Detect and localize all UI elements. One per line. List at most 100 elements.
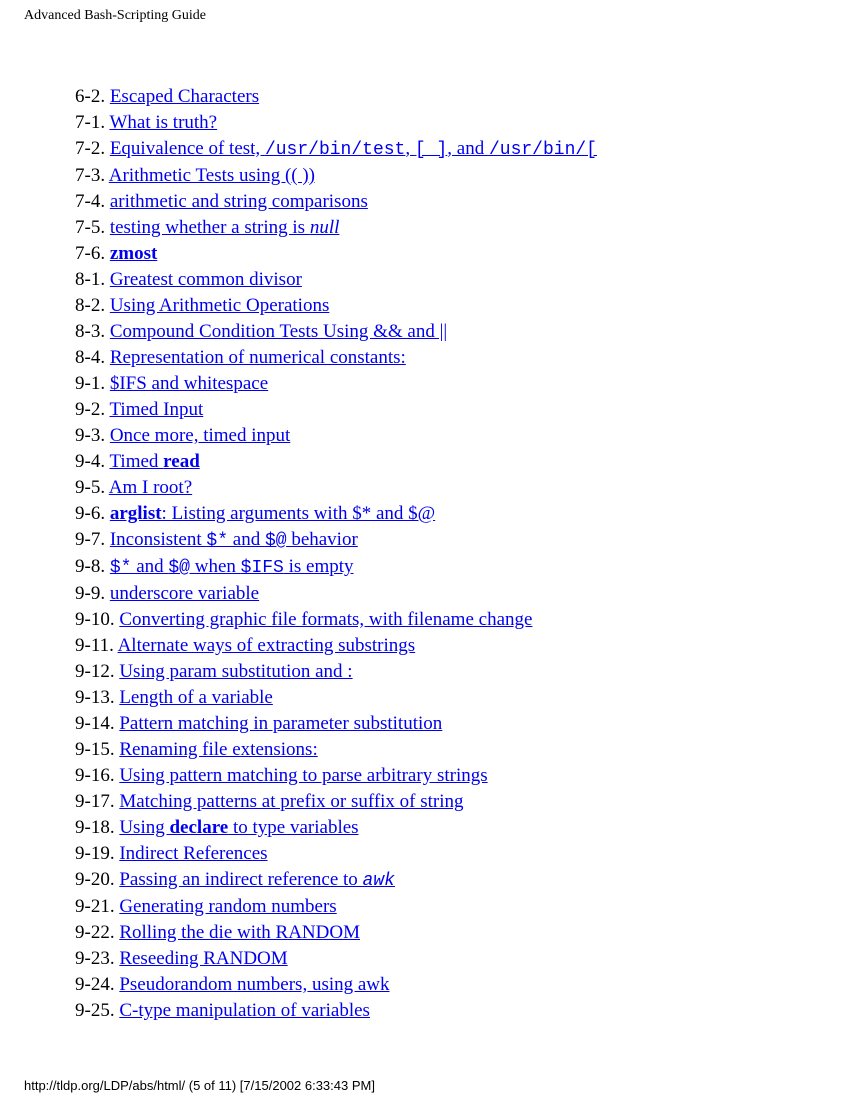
toc-link[interactable]: What is truth? xyxy=(109,112,217,133)
toc-link[interactable]: Length of a variable xyxy=(119,687,273,708)
toc-link-segment: Length of a variable xyxy=(119,687,273,708)
toc-link-segment: Timed Input xyxy=(109,399,203,420)
toc-link[interactable]: $* and $@ when $IFS is empty xyxy=(110,556,354,577)
toc-link[interactable]: Timed read xyxy=(109,451,199,472)
toc-link[interactable]: Using declare to type variables xyxy=(119,817,358,838)
toc-link-segment: Matching patterns at prefix or suffix of… xyxy=(119,791,463,812)
toc-link-segment: Using xyxy=(119,817,169,838)
toc-link[interactable]: Pseudorandom numbers, using awk xyxy=(119,974,389,995)
toc-link[interactable]: C-type manipulation of variables xyxy=(119,1000,370,1021)
toc-link-segment: is empty xyxy=(284,556,354,577)
toc-link[interactable]: Arithmetic Tests using (( )) xyxy=(109,165,315,186)
toc-link[interactable]: Escaped Characters xyxy=(110,86,259,107)
toc-link-segment: arithmetic and string comparisons xyxy=(110,191,368,212)
toc-link-segment: Timed xyxy=(109,451,163,472)
toc-number: 9-23. xyxy=(75,948,119,969)
toc-link[interactable]: Rolling the die with RANDOM xyxy=(119,922,360,943)
toc-link[interactable]: $IFS and whitespace xyxy=(110,373,268,394)
toc-link-segment: Converting graphic file formats, with fi… xyxy=(119,609,532,630)
toc-link[interactable]: Timed Input xyxy=(109,399,203,420)
toc-link-segment: read xyxy=(163,451,200,472)
toc-link[interactable]: Equivalence of test, /usr/bin/test, [ ],… xyxy=(110,138,597,159)
toc-number: 9-24. xyxy=(75,974,119,995)
toc-link[interactable]: underscore variable xyxy=(110,583,259,604)
toc-link[interactable]: Renaming file extensions: xyxy=(119,739,317,760)
toc-link-segment: [ ] xyxy=(415,140,447,160)
toc-link-segment: awk xyxy=(363,871,395,891)
toc-link-segment: Rolling the die with RANDOM xyxy=(119,922,360,943)
toc-link[interactable]: Matching patterns at prefix or suffix of… xyxy=(119,791,463,812)
toc-entry: 8-2. Using Arithmetic Operations xyxy=(75,293,849,319)
toc-link[interactable]: Pattern matching in parameter substituti… xyxy=(119,713,442,734)
toc-link[interactable]: arglist: Listing arguments with $* and $… xyxy=(110,503,435,524)
toc-link[interactable]: Indirect References xyxy=(119,843,267,864)
toc-link-segment: testing whether a string is xyxy=(110,217,310,238)
toc-link[interactable]: Reseeding RANDOM xyxy=(119,948,287,969)
toc-number: 9-8. xyxy=(75,556,110,577)
toc-number: 7-4. xyxy=(75,191,110,212)
toc-link[interactable]: Generating random numbers xyxy=(119,896,336,917)
toc-number: 7-2. xyxy=(75,138,110,159)
toc-entry: 9-1. $IFS and whitespace xyxy=(75,371,849,397)
toc-entry: 9-17. Matching patterns at prefix or suf… xyxy=(75,789,849,815)
toc-number: 9-12. xyxy=(75,661,119,682)
toc-link-segment: Generating random numbers xyxy=(119,896,336,917)
toc-link-segment: /usr/bin/[ xyxy=(489,140,597,160)
toc-link-segment: $IFS xyxy=(241,558,284,578)
toc-entry: 9-8. $* and $@ when $IFS is empty xyxy=(75,554,849,581)
toc-entry: 9-10. Converting graphic file formats, w… xyxy=(75,607,849,633)
toc-link-segment: Using param substitution and : xyxy=(119,661,352,682)
toc-entry: 9-6. arglist: Listing arguments with $* … xyxy=(75,501,849,527)
toc-link[interactable]: Using pattern matching to parse arbitrar… xyxy=(119,765,487,786)
toc-link-segment: $* xyxy=(110,558,132,578)
toc-number: 6-2. xyxy=(75,86,110,107)
toc-entry: 7-1. What is truth? xyxy=(75,110,849,136)
toc-link-segment: Alternate ways of extracting substrings xyxy=(118,635,416,656)
toc-link-segment: , and xyxy=(447,138,489,159)
toc-entry: 7-3. Arithmetic Tests using (( )) xyxy=(75,163,849,189)
toc-link[interactable]: arithmetic and string comparisons xyxy=(110,191,368,212)
toc-number: 9-10. xyxy=(75,609,119,630)
toc-link[interactable]: Representation of numerical constants: xyxy=(110,347,406,368)
toc-number: 9-4. xyxy=(75,451,109,472)
toc-link-segment: Pattern matching in parameter substituti… xyxy=(119,713,442,734)
toc-entry: 9-24. Pseudorandom numbers, using awk xyxy=(75,972,849,998)
toc-entry: 7-2. Equivalence of test, /usr/bin/test,… xyxy=(75,136,849,163)
toc-number: 9-6. xyxy=(75,503,110,524)
toc-number: 9-16. xyxy=(75,765,119,786)
toc-entry: 9-13. Length of a variable xyxy=(75,685,849,711)
toc-link[interactable]: Am I root? xyxy=(109,477,192,498)
toc-link[interactable]: Greatest common divisor xyxy=(110,269,302,290)
toc-link-segment: Equivalence of test, xyxy=(110,138,265,159)
toc-link-segment: $@ xyxy=(168,558,190,578)
toc-number: 9-14. xyxy=(75,713,119,734)
toc-link-segment: behavior xyxy=(287,529,358,550)
toc-link[interactable]: Passing an indirect reference to awk xyxy=(119,869,395,890)
toc-entry: 9-12. Using param substitution and : xyxy=(75,659,849,685)
toc-link-segment: What is truth? xyxy=(109,112,217,133)
toc-number: 9-21. xyxy=(75,896,119,917)
toc-link[interactable]: Inconsistent $* and $@ behavior xyxy=(110,529,358,550)
toc-entry: 9-14. Pattern matching in parameter subs… xyxy=(75,711,849,737)
toc-entry: 9-16. Using pattern matching to parse ar… xyxy=(75,763,849,789)
toc-link-segment: Representation of numerical constants: xyxy=(110,347,406,368)
toc-link[interactable]: Alternate ways of extracting substrings xyxy=(118,635,416,656)
toc-link[interactable]: Once more, timed input xyxy=(110,425,290,446)
toc-entry: 9-11. Alternate ways of extracting subst… xyxy=(75,633,849,659)
toc-link[interactable]: testing whether a string is null xyxy=(110,217,340,238)
toc-link-segment: $* xyxy=(206,531,228,551)
toc-entry: 9-15. Renaming file extensions: xyxy=(75,737,849,763)
toc-link-segment: zmost xyxy=(110,243,157,264)
toc-link-segment: Escaped Characters xyxy=(110,86,259,107)
toc-link-segment: Am I root? xyxy=(109,477,192,498)
toc-entry: 6-2. Escaped Characters xyxy=(75,84,849,110)
toc-link[interactable]: Compound Condition Tests Using && and || xyxy=(110,321,447,342)
toc-link[interactable]: Using param substitution and : xyxy=(119,661,352,682)
toc-link-segment: arglist xyxy=(110,503,162,524)
toc-link-segment: Inconsistent xyxy=(110,529,207,550)
toc-link[interactable]: Using Arithmetic Operations xyxy=(110,295,330,316)
toc-link[interactable]: Converting graphic file formats, with fi… xyxy=(119,609,532,630)
toc-entry: 9-25. C-type manipulation of variables xyxy=(75,998,849,1024)
toc-link-segment: C-type manipulation of variables xyxy=(119,1000,370,1021)
toc-link[interactable]: zmost xyxy=(110,243,157,264)
